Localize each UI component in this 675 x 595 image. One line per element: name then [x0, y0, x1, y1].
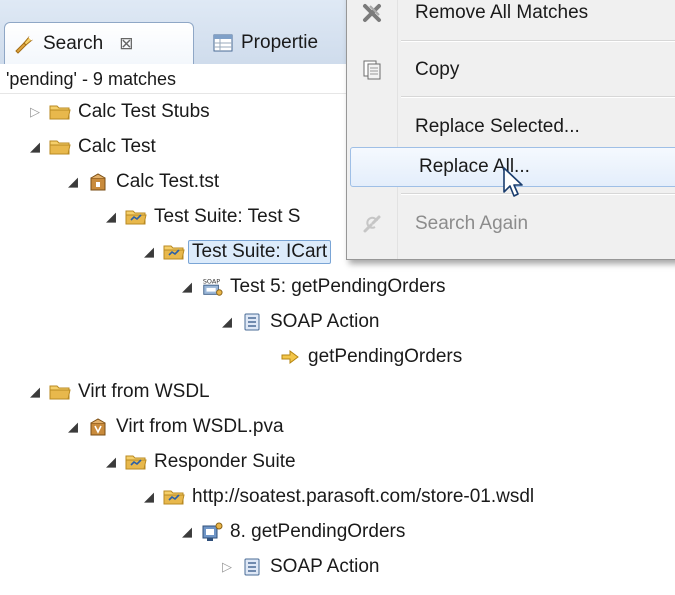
tree-item-virt-from-wsdl[interactable]: ◢ Virt from WSDL [24, 374, 210, 410]
tree-item-label: SOAP Action [270, 556, 380, 577]
svg-text:SOAP: SOAP [203, 277, 220, 285]
expanded-twistie-icon[interactable]: ◢ [100, 209, 122, 225]
tree-item-label: Virt from WSDL.pva [116, 416, 284, 437]
tree-item-test-5[interactable]: ◢ SOAP Test 5: getPendingOrders [176, 269, 445, 305]
menu-item-copy[interactable]: Copy [347, 50, 675, 90]
menu-separator [401, 40, 675, 42]
tree-item-label: Test Suite: Test S [154, 206, 301, 227]
test-suite-icon [163, 486, 185, 508]
menu-item-label: Copy [415, 59, 460, 80]
context-menu: Remove All Matches Copy Replace Selected… [346, 0, 675, 260]
tree-item-virt-pva[interactable]: ◢ Virt from WSDL.pva [62, 409, 284, 445]
expanded-twistie-icon[interactable]: ◢ [138, 489, 160, 505]
expanded-twistie-icon[interactable]: ◢ [176, 524, 198, 540]
menu-item-label: Replace Selected... [415, 116, 580, 137]
tree-item-soap-action[interactable]: ◢ SOAP Action [216, 304, 380, 340]
tree-item-label: Test Suite: ICart [188, 240, 332, 264]
soap-client-icon: SOAP [201, 276, 223, 298]
tab-properties[interactable]: Propertie [205, 22, 355, 64]
menu-item-search-again[interactable]: Search Again [347, 204, 675, 244]
tree-item-label: Calc Test.tst [116, 171, 220, 192]
tree-item-label: getPendingOrders [308, 346, 463, 367]
tree-item-label: http://soatest.parasoft.com/store-01.wsd… [192, 486, 535, 507]
arrow-match-icon [279, 346, 301, 368]
menu-item-label: Remove All Matches [415, 2, 589, 23]
virtual-asset-file-icon [87, 416, 109, 438]
tree-item-responder-8[interactable]: ◢ 8. getPendingOrders [176, 514, 405, 550]
responder-icon [201, 521, 223, 543]
tree-item-wsdl-url[interactable]: ◢ http://soatest.parasoft.com/store-01.w… [138, 479, 534, 515]
tree-item-label: 8. getPendingOrders [230, 521, 406, 542]
menu-item-label: Search Again [415, 213, 529, 234]
menu-item-remove-all-matches[interactable]: Remove All Matches [347, 0, 675, 33]
tree-item-label: Test 5: getPendingOrders [230, 276, 446, 297]
menu-separator [401, 96, 675, 98]
remove-all-icon [347, 2, 397, 24]
document-icon [241, 556, 263, 578]
tree-item-label: Virt from WSDL [78, 381, 210, 402]
test-suite-icon [125, 451, 147, 473]
folder-icon [49, 136, 71, 158]
collapsed-twistie-icon[interactable]: ▷ [24, 104, 46, 120]
expanded-twistie-icon[interactable]: ◢ [176, 279, 198, 295]
document-icon [241, 311, 263, 333]
folder-icon [49, 381, 71, 403]
tree-item-match[interactable]: getPendingOrders [254, 339, 462, 375]
expanded-twistie-icon[interactable]: ◢ [216, 314, 238, 330]
expanded-twistie-icon[interactable]: ◢ [62, 174, 84, 190]
tab-properties-label: Propertie [241, 32, 319, 53]
tree-item-test-suite-icart[interactable]: ◢ Test Suite: ICart [138, 234, 332, 270]
copy-icon [347, 59, 397, 81]
test-suite-icon [125, 206, 147, 228]
tree-item-label: SOAP Action [270, 311, 380, 332]
tree-item-label: Responder Suite [154, 451, 296, 472]
tree-item-label: Calc Test [78, 136, 156, 157]
search-again-icon [347, 213, 397, 235]
mouse-pointer-icon [502, 166, 528, 207]
search-flashlight-icon [13, 33, 35, 55]
tab-search-label: Search [43, 32, 104, 54]
tree-item-label: Calc Test Stubs [78, 101, 210, 122]
tree-item-responder-suite[interactable]: ◢ Responder Suite [100, 444, 296, 480]
menu-item-replace-selected[interactable]: Replace Selected... [347, 107, 675, 147]
properties-table-icon [213, 34, 233, 52]
tree-item-calc-test-stubs[interactable]: ▷ Calc Test Stubs [24, 94, 210, 130]
tree-item-test-suite[interactable]: ◢ Test Suite: Test S [100, 199, 300, 235]
expanded-twistie-icon[interactable]: ◢ [24, 139, 46, 155]
menu-separator [401, 193, 675, 195]
test-suite-icon [163, 241, 185, 263]
expanded-twistie-icon[interactable]: ◢ [24, 384, 46, 400]
expanded-twistie-icon[interactable]: ◢ [62, 419, 84, 435]
tree-item-calc-test-tst[interactable]: ◢ Calc Test.tst [62, 164, 219, 200]
folder-icon [49, 101, 71, 123]
collapsed-twistie-icon[interactable]: ▷ [216, 559, 238, 575]
expanded-twistie-icon[interactable]: ◢ [138, 244, 160, 260]
tab-search[interactable]: Search ⊠ [4, 22, 194, 64]
expanded-twistie-icon[interactable]: ◢ [100, 454, 122, 470]
tree-item-calc-test[interactable]: ◢ Calc Test [24, 129, 156, 165]
tab-close-icon[interactable]: ⊠ [119, 34, 133, 54]
test-file-icon [87, 171, 109, 193]
tree-item-soap-action-2[interactable]: ▷ SOAP Action [216, 549, 380, 585]
